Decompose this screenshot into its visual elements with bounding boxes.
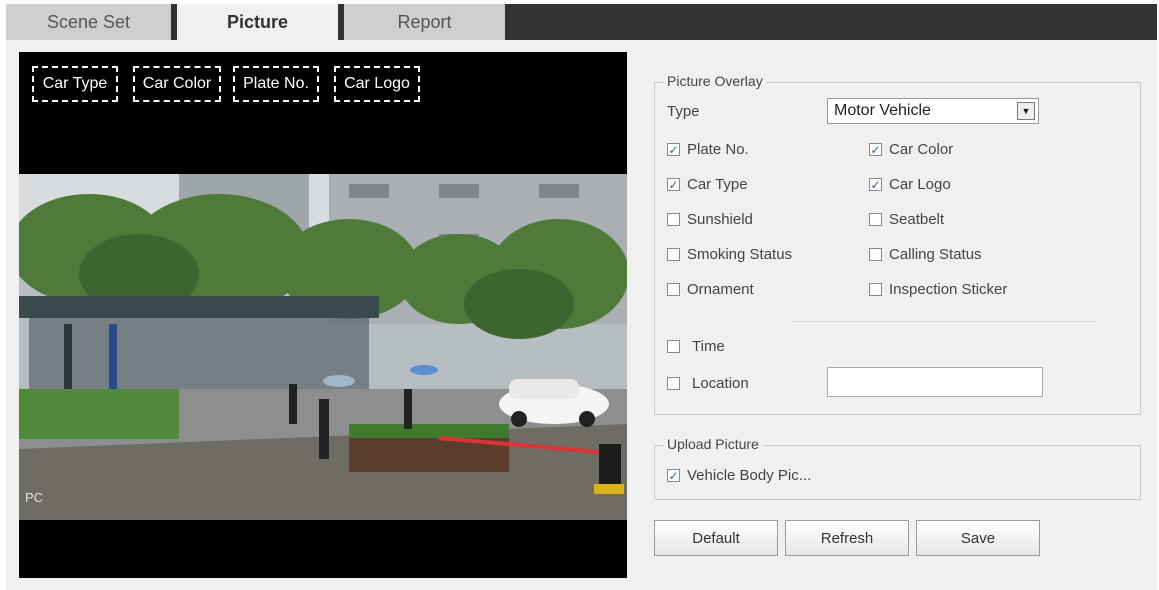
- location-input[interactable]: [827, 367, 1043, 397]
- checkbox-label: Smoking Status: [687, 246, 793, 263]
- camera-scene-image: [19, 174, 627, 520]
- checkbox-ornament-box[interactable]: [667, 283, 680, 296]
- checkbox-label: Car Type: [687, 176, 748, 193]
- checkbox-label: Seatbelt: [889, 211, 945, 228]
- checkbox-vehicle-body-pic-box[interactable]: ✓: [667, 469, 680, 482]
- checkbox-plate-no[interactable]: ✓ Plate No.: [667, 141, 749, 158]
- checkbox-label: Ornament: [687, 281, 754, 298]
- type-select-value: Motor Vehicle: [834, 102, 931, 119]
- type-label: Type: [667, 103, 700, 120]
- picture-overlay-group: Picture Overlay Type Motor Vehicle ▼ ✓ P…: [654, 73, 1141, 415]
- checkbox-label: Car Logo: [889, 176, 951, 193]
- checkbox-vehicle-body-pic[interactable]: ✓ Vehicle Body Pic...: [667, 467, 811, 484]
- checkbox-location[interactable]: Location: [667, 375, 749, 392]
- overlay-label-car-color[interactable]: Car Color: [133, 66, 221, 102]
- checkbox-car-logo-box[interactable]: ✓: [869, 178, 882, 191]
- overlay-label-car-type[interactable]: Car Type: [32, 66, 118, 102]
- checkbox-label: Time: [692, 338, 725, 355]
- checkbox-plate-no-box[interactable]: ✓: [667, 143, 680, 156]
- upload-picture-group: Upload Picture ✓ Vehicle Body Pic...: [654, 436, 1141, 500]
- checkbox-label: Car Color: [889, 141, 954, 158]
- checkbox-label: Sunshield: [687, 211, 753, 228]
- checkbox-label: Location: [692, 375, 749, 392]
- checkbox-calling-status[interactable]: Calling Status: [869, 246, 982, 263]
- checkbox-car-color-box[interactable]: ✓: [869, 143, 882, 156]
- default-button[interactable]: Default: [654, 520, 778, 556]
- divider: [791, 321, 1096, 322]
- checkbox-smoking-status-box[interactable]: [667, 248, 680, 261]
- checkbox-inspection-sticker[interactable]: Inspection Sticker: [869, 281, 1007, 298]
- checkbox-inspection-sticker-box[interactable]: [869, 283, 882, 296]
- video-preview: Car Type Car Color Plate No. Car Logo PC: [19, 52, 627, 578]
- overlay-label-plate-no[interactable]: Plate No.: [233, 66, 319, 102]
- checkbox-label: Inspection Sticker: [889, 281, 1008, 298]
- type-select[interactable]: Motor Vehicle ▼: [827, 98, 1039, 124]
- chevron-down-icon[interactable]: ▼: [1017, 102, 1035, 120]
- checkbox-time-box[interactable]: [667, 340, 680, 353]
- refresh-button[interactable]: Refresh: [785, 520, 909, 556]
- checkbox-seatbelt[interactable]: Seatbelt: [869, 211, 944, 228]
- checkbox-car-logo[interactable]: ✓ Car Logo: [869, 176, 951, 193]
- corner-label: PC: [25, 490, 44, 505]
- checkbox-sunshield[interactable]: Sunshield: [667, 211, 753, 228]
- checkbox-label: Plate No.: [687, 141, 749, 158]
- picture-settings-panel: Car Type Car Color Plate No. Car Logo PC…: [6, 40, 1157, 590]
- checkbox-location-box[interactable]: [667, 377, 680, 390]
- upload-picture-legend: Upload Picture: [663, 436, 763, 452]
- tab-scene-set[interactable]: Scene Set: [6, 4, 171, 40]
- checkbox-seatbelt-box[interactable]: [869, 213, 882, 226]
- checkbox-ornament[interactable]: Ornament: [667, 281, 754, 298]
- checkbox-sunshield-box[interactable]: [667, 213, 680, 226]
- save-button[interactable]: Save: [916, 520, 1040, 556]
- tab-report[interactable]: Report: [344, 4, 505, 40]
- checkbox-time[interactable]: Time: [667, 338, 725, 355]
- checkbox-label: Calling Status: [889, 246, 982, 263]
- checkbox-car-type-box[interactable]: ✓: [667, 178, 680, 191]
- checkbox-smoking-status[interactable]: Smoking Status: [667, 246, 792, 263]
- overlay-label-car-logo[interactable]: Car Logo: [334, 66, 420, 102]
- checkbox-car-type[interactable]: ✓ Car Type: [667, 176, 748, 193]
- checkbox-calling-status-box[interactable]: [869, 248, 882, 261]
- tab-picture[interactable]: Picture: [177, 4, 338, 40]
- checkbox-car-color[interactable]: ✓ Car Color: [869, 141, 953, 158]
- tab-bar: Scene Set Picture Report: [6, 4, 1157, 40]
- checkbox-label: Vehicle Body Pic...: [687, 467, 812, 484]
- picture-overlay-legend: Picture Overlay: [663, 73, 767, 89]
